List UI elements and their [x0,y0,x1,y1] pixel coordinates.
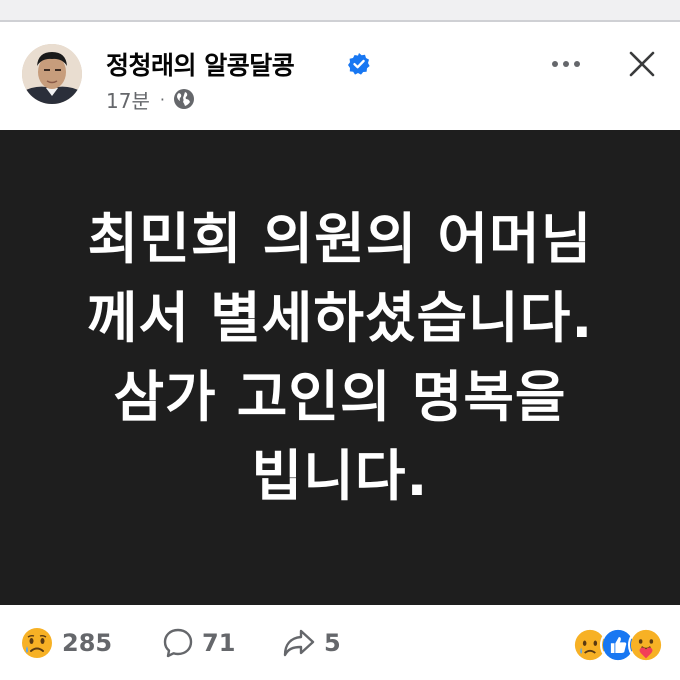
post-image-line: 빕니다. [251,444,429,508]
care-reaction-icon [628,627,664,663]
top-strip [0,0,680,22]
comment-count: 71 [202,629,236,657]
more-options-button[interactable] [546,46,586,82]
post-footer: 285 71 5 [0,605,680,680]
close-button[interactable] [622,44,662,84]
author-name[interactable]: 정청래의 알콩달콩 [106,46,295,82]
reaction-icons-cluster[interactable] [572,627,672,667]
share-count: 5 [324,629,341,657]
reaction-count: 285 [62,629,113,657]
avatar[interactable] [22,44,82,104]
share-stat[interactable]: 5 [282,627,341,659]
close-icon [629,51,655,77]
comment-icon [163,628,193,658]
post-image[interactable]: 최민희 의원의 어머님 께서 별세하셨습니다. 삼가 고인의 명복을 빕니다. [0,130,680,605]
post-meta: 17분 · [106,85,195,114]
verified-badge-icon [348,53,370,75]
post-time[interactable]: 17분 [106,85,150,114]
post-image-line: 께서 별세하셨습니다. [86,286,594,350]
post-image-text: 최민희 의원의 어머님 께서 별세하셨습니다. 삼가 고인의 명복을 빕니다. [40,200,640,516]
reaction-stat[interactable]: 285 [20,627,112,659]
more-options-icon [552,61,580,67]
globe-icon[interactable] [173,88,195,110]
sad-emoji-icon [22,628,52,658]
meta-separator: · [159,89,165,109]
post-image-line: 최민희 의원의 어머님 [87,207,593,271]
post-header: 정청래의 알콩달콩 17분 · [0,24,680,130]
share-icon [283,629,315,657]
comment-stat[interactable]: 71 [162,627,235,659]
post-image-line: 삼가 고인의 명복을 [113,365,567,429]
